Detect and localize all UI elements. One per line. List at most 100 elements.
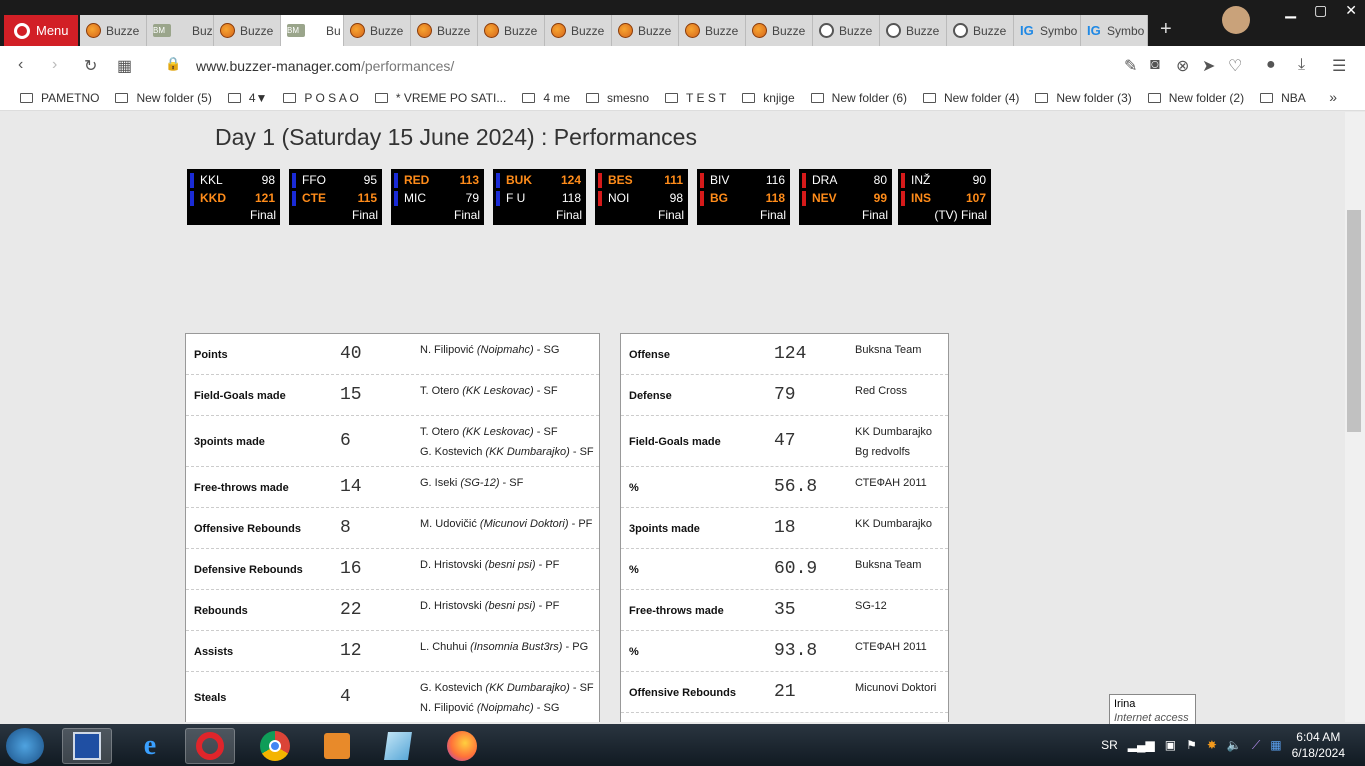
- team-name[interactable]: СТЕФАН 2011: [855, 473, 927, 493]
- bookmark-folder[interactable]: New folder (6): [810, 91, 907, 105]
- team-name[interactable]: KK Dumbarajko: [855, 422, 932, 442]
- browser-tab[interactable]: IG Symbo: [1081, 15, 1148, 46]
- browser-tab[interactable]: Buzze: [411, 15, 478, 46]
- apps-grid-icon[interactable]: ▦: [1270, 738, 1281, 752]
- scrollbar-thumb[interactable]: [1347, 210, 1361, 432]
- bookmark-folder[interactable]: * VREME PO SATI...: [374, 91, 506, 105]
- player-entry[interactable]: G. Kostevich (KK Dumbarajko) - SF: [420, 442, 594, 462]
- browser-tab[interactable]: Buzze: [880, 15, 947, 46]
- bookmark-folder[interactable]: PAMETNO: [20, 91, 99, 105]
- bookmark-folder[interactable]: NBA: [1260, 91, 1306, 105]
- close-window-icon[interactable]: ✕: [1345, 2, 1357, 19]
- game-score-box[interactable]: KKL 98 KKD 121 Final: [187, 169, 280, 225]
- browser-tab[interactable]: Buzze: [813, 15, 880, 46]
- bookmark-folder[interactable]: smesno: [586, 91, 649, 105]
- browser-tab[interactable]: Buzze: [80, 15, 147, 46]
- new-tab-button[interactable]: +: [1160, 18, 1172, 41]
- browser-tab[interactable]: Buzze: [545, 15, 612, 46]
- minimize-icon[interactable]: ▁: [1285, 2, 1296, 19]
- internet-explorer-icon[interactable]: e: [125, 728, 175, 764]
- player-entry[interactable]: D. Hristovski (besni psi) - PF: [420, 596, 559, 616]
- game-score-box[interactable]: INŽ 90 INS 107 (TV) Final: [898, 169, 991, 225]
- firefox-icon[interactable]: [437, 728, 487, 764]
- player-entry[interactable]: G. Iseki (SG-12) - SF: [420, 473, 523, 493]
- browser-tab[interactable]: Buzze: [612, 15, 679, 46]
- send-icon[interactable]: ➤: [1202, 56, 1215, 76]
- player-entry[interactable]: N. Filipović (Noipmahc) - SG: [420, 340, 559, 360]
- account-icon[interactable]: ●: [1266, 56, 1276, 74]
- team-name[interactable]: Buksna Team: [855, 555, 921, 575]
- edit-icon[interactable]: ✎: [1124, 56, 1137, 76]
- profile-avatar[interactable]: [1222, 6, 1250, 34]
- adblock-icon[interactable]: ⊗: [1176, 56, 1189, 76]
- notes-app-icon[interactable]: [373, 728, 423, 764]
- pen-icon[interactable]: ⟋: [1252, 738, 1260, 753]
- browser-tab[interactable]: Buzze: [478, 15, 545, 46]
- player-entry[interactable]: L. Chuhui (Insomnia Bust3rs) - PG: [420, 637, 588, 657]
- action-center-icon[interactable]: ⚑: [1186, 738, 1197, 752]
- chrome-icon[interactable]: [250, 728, 300, 764]
- team-name[interactable]: Red Cross: [855, 381, 907, 401]
- browser-tab[interactable]: BM Buzze: [147, 15, 214, 46]
- bookmark-folder[interactable]: New folder (2): [1147, 91, 1244, 105]
- team-list: СТЕФАН 2011: [855, 473, 927, 493]
- player-entry[interactable]: G. Kostevich (KK Dumbarajko) - SF: [420, 678, 594, 698]
- game-score-box[interactable]: DRA 80 NEV 99 Final: [799, 169, 892, 225]
- browser-menu-button[interactable]: Menu: [4, 15, 78, 46]
- bookmark-folder[interactable]: 4▼: [227, 91, 267, 105]
- download-icon[interactable]: ⤓: [1298, 56, 1305, 74]
- player-entry[interactable]: T. Otero (KK Leskovac) - SF: [420, 381, 558, 401]
- team-score: 124: [560, 173, 581, 187]
- bookmark-folder[interactable]: 4 me: [522, 91, 570, 105]
- media-player-icon[interactable]: [312, 728, 362, 764]
- team-name[interactable]: Micunovi Doktori: [855, 678, 936, 698]
- antivirus-icon[interactable]: ✸: [1207, 738, 1217, 752]
- team-name[interactable]: SG-12: [855, 596, 887, 616]
- team-name[interactable]: СТЕФАН 2011: [855, 637, 927, 657]
- volume-icon[interactable]: 🔈: [1227, 738, 1242, 752]
- bookmark-folder[interactable]: New folder (3): [1035, 91, 1132, 105]
- browser-tab[interactable]: Buzze: [679, 15, 746, 46]
- browser-tab[interactable]: BMBu✕: [281, 15, 344, 46]
- reload-icon[interactable]: ↻: [84, 56, 97, 76]
- easy-setup-icon[interactable]: ☰: [1332, 56, 1346, 76]
- team-name[interactable]: Buksna Team: [855, 340, 921, 360]
- game-score-box[interactable]: BUK 124 F U 118 Final: [493, 169, 586, 225]
- tab-label: Buzze: [772, 23, 806, 38]
- player-entry[interactable]: M. Udovičić (Micunovi Doktori) - PF: [420, 514, 592, 534]
- game-score-box[interactable]: BES 111 NOI 98 Final: [595, 169, 688, 225]
- back-icon[interactable]: ‹: [18, 56, 23, 74]
- browser-tab[interactable]: Buzze: [746, 15, 813, 46]
- language-indicator[interactable]: SR: [1101, 738, 1118, 752]
- heart-icon[interactable]: ♡: [1228, 56, 1242, 76]
- bookmark-folder[interactable]: New folder (4): [923, 91, 1019, 105]
- forward-icon[interactable]: ›: [52, 56, 57, 74]
- browser-tab[interactable]: Buzze: [947, 15, 1014, 46]
- opera-icon[interactable]: [185, 728, 235, 764]
- network-icon[interactable]: ▣: [1165, 738, 1176, 752]
- more-bookmarks-icon[interactable]: »: [1329, 89, 1337, 105]
- save-app-icon[interactable]: [62, 728, 112, 764]
- player-entry[interactable]: N. Filipović (Noipmahc) - SG: [420, 698, 594, 718]
- player-entry[interactable]: D. Hristovski (besni psi) - PF: [420, 555, 559, 575]
- browser-tab[interactable]: IG Symbo: [1014, 15, 1081, 46]
- bookmark-folder[interactable]: New folder (5): [115, 91, 212, 105]
- maximize-icon[interactable]: ▢: [1314, 2, 1327, 19]
- start-button[interactable]: [6, 728, 44, 764]
- url-field[interactable]: www.buzzer-manager.com/performances/: [196, 58, 454, 74]
- bookmark-folder[interactable]: P O S A O: [283, 91, 359, 105]
- browser-tab[interactable]: Buzze: [344, 15, 411, 46]
- signal-icon[interactable]: ▂▄▆: [1128, 738, 1155, 752]
- browser-tab[interactable]: Buzze: [214, 15, 281, 46]
- bookmark-folder[interactable]: T E S T: [665, 91, 726, 105]
- bookmark-folder[interactable]: knjige: [742, 91, 795, 105]
- camera-icon[interactable]: ◙: [1150, 56, 1160, 74]
- speed-dial-icon[interactable]: ▦: [117, 56, 132, 76]
- player-entry[interactable]: T. Otero (KK Leskovac) - SF: [420, 422, 594, 442]
- team-name[interactable]: KK Dumbarajko: [855, 514, 932, 534]
- game-score-box[interactable]: FFO 95 CTE 115 Final: [289, 169, 382, 225]
- game-score-box[interactable]: BIV 116 BG 118 Final: [697, 169, 790, 225]
- team-name[interactable]: Bg redvolfs: [855, 442, 932, 462]
- clock[interactable]: 6:04 AM 6/18/2024: [1292, 729, 1345, 761]
- game-score-box[interactable]: RED 113 MIC 79 Final: [391, 169, 484, 225]
